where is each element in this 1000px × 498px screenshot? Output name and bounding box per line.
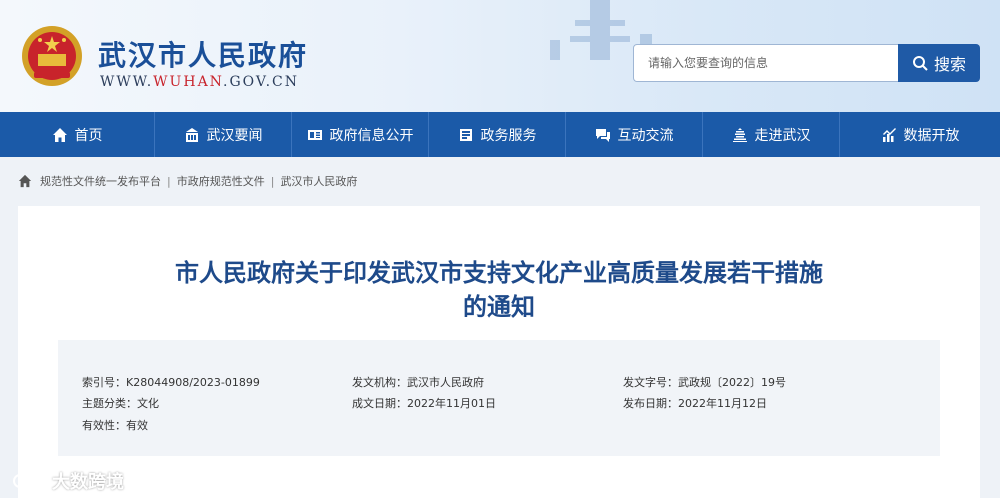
site-title: 武汉市人民政府 <box>98 39 309 72</box>
site-url-accent: WUHAN <box>153 74 224 90</box>
article-panel: 市人民政府关于印发武汉市支持文化产业高质量发展若干措施 的通知 索引号：K280… <box>18 206 980 498</box>
breadcrumb-separator: | <box>167 174 171 188</box>
site-url-prefix: WWW. <box>100 74 154 90</box>
site-url: WWW.WUHAN.GOV.CN <box>100 74 299 90</box>
breadcrumb-separator: | <box>270 174 275 188</box>
nav-item-services[interactable]: 政务服务 <box>429 112 566 157</box>
meta-index: 索引号：K28044908/2023-01899 <box>82 376 260 389</box>
breadcrumb: 规范性文件统一发布平台 | 市政府规范性文件 | 武汉市人民政府 <box>18 173 357 189</box>
site-header: 武汉市人民政府 WWW.WUHAN.GOV.CN 搜索 <box>0 0 1000 112</box>
chart-icon <box>882 127 896 142</box>
search-button[interactable]: 搜索 <box>898 44 980 82</box>
search-button-label: 搜索 <box>933 55 966 74</box>
watermark: 大数跨境 <box>12 468 124 494</box>
info-icon <box>307 129 322 140</box>
article-title: 市人民政府关于印发武汉市支持文化产业高质量发展若干措施 的通知 <box>18 256 980 324</box>
nav-item-label: 首页 <box>74 127 103 144</box>
building-icon <box>732 127 747 142</box>
article-title-line2: 的通知 <box>463 293 535 321</box>
nav-item-label: 数据开放 <box>903 127 960 144</box>
search-input[interactable] <box>633 44 899 82</box>
nav-item-label: 走进武汉 <box>754 127 811 144</box>
breadcrumb-item[interactable]: 规范性文件统一发布平台 <box>40 173 161 189</box>
nav-item-label: 互动交流 <box>617 127 674 144</box>
breadcrumb-item[interactable]: 市政府规范性文件 <box>177 173 265 189</box>
article-title-line1: 市人民政府关于印发武汉市支持文化产业高质量发展若干措施 <box>175 259 823 287</box>
nav-item-label: 政务服务 <box>480 127 537 144</box>
nav-item-home[interactable]: 首页 <box>0 112 155 157</box>
meta-validity: 有效性：有效 <box>82 419 148 432</box>
nav-item-label: 武汉要闻 <box>206 127 263 144</box>
nav-item-about-wuhan[interactable]: 走进武汉 <box>703 112 840 157</box>
watermark-logo-icon <box>13 474 45 488</box>
home-icon <box>18 174 32 188</box>
meta-issuer: 发文机构：武汉市人民政府 <box>352 376 484 389</box>
watermark-text: 大数跨境 <box>52 472 124 493</box>
news-icon <box>185 127 198 142</box>
home-icon <box>52 127 67 142</box>
nav-item-label: 政府信息公开 <box>329 127 414 144</box>
breadcrumb-item[interactable]: 武汉市人民政府 <box>280 173 357 189</box>
nav-item-info-disclosure[interactable]: 政府信息公开 <box>292 112 429 157</box>
document-metadata: 索引号：K28044908/2023-01899 发文机构：武汉市人民政府 发文… <box>58 340 940 456</box>
service-icon <box>459 128 472 141</box>
search-icon <box>912 56 928 71</box>
national-emblem-icon <box>22 26 82 86</box>
chat-icon <box>595 128 610 142</box>
meta-doc-number: 发文字号：武政规〔2022〕19号 <box>623 376 786 389</box>
nav-item-news[interactable]: 武汉要闻 <box>155 112 292 157</box>
site-url-suffix: .GOV.CN <box>223 74 299 90</box>
meta-published-date: 发布日期：2022年11月12日 <box>623 397 767 410</box>
nav-item-open-data[interactable]: 数据开放 <box>840 112 1000 157</box>
meta-created-date: 成文日期：2022年11月01日 <box>352 397 496 410</box>
main-nav: 首页 武汉要闻 政府信息公开 政务服务 互动交流 走进武汉 数据开放 <box>0 112 1000 157</box>
nav-item-interaction[interactable]: 互动交流 <box>566 112 703 157</box>
meta-category: 主题分类：文化 <box>82 397 159 410</box>
